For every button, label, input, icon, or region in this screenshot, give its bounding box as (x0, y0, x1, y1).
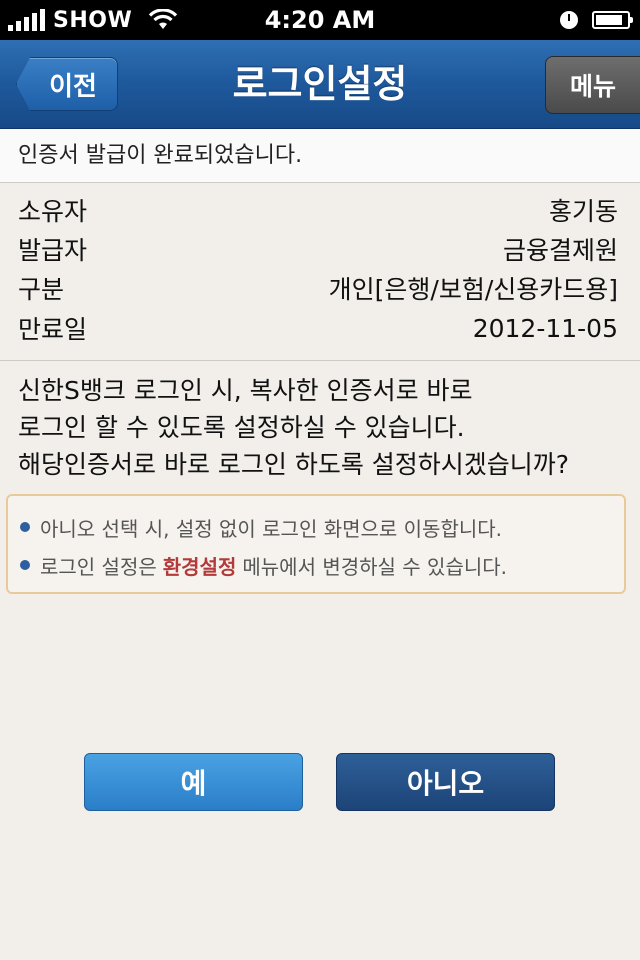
info-label: 만료일 (18, 315, 88, 344)
info-label: 소유자 (18, 197, 88, 226)
info-label: 구분 (18, 275, 65, 304)
info-value: 홍기동 (548, 197, 618, 226)
back-button[interactable]: 이전 (16, 57, 118, 111)
note-item: 로그인 설정은 환경설정 메뉴에서 변경하실 수 있습니다. (20, 550, 507, 580)
certificate-info: 소유자 홍기동 발급자 금융결제원 구분 개인[은행/보험/신용카드용] 만료일… (0, 184, 640, 361)
navigation-bar: 로그인설정 이전 메뉴 (0, 40, 640, 129)
info-row-issuer: 발급자 금융결제원 (18, 229, 618, 269)
note-text: 메뉴에서 변경하실 수 있습니다. (242, 554, 508, 579)
note-item: 아니오 선택 시, 설정 없이 로그인 화면으로 이동합니다. (20, 512, 502, 542)
status-bar: SHOW 4:20 AM (0, 0, 640, 40)
question-line: 신한S뱅크 로그인 시, 복사한 인증서로 바로 (18, 376, 473, 405)
info-value: 금융결제원 (502, 236, 618, 265)
info-row-type: 구분 개인[은행/보험/신용카드용] (18, 268, 618, 308)
info-label: 발급자 (18, 236, 88, 265)
bullet-icon (20, 522, 30, 532)
menu-button[interactable]: 메뉴 (545, 56, 640, 114)
note-text: 로그인 설정은 (40, 554, 157, 579)
clock-icon (560, 11, 578, 29)
battery-icon (592, 11, 633, 29)
status-right (560, 0, 633, 40)
login-setting-question: 신한S뱅크 로그인 시, 복사한 인증서로 바로 로그인 할 수 있도록 설정하… (18, 372, 628, 483)
question-line: 해당인증서로 바로 로그인 하도록 설정하시겠습니까? (18, 450, 570, 479)
bullet-icon (20, 560, 30, 570)
note-text: 아니오 선택 시, 설정 없이 로그인 화면으로 이동합니다. (40, 516, 503, 541)
info-row-owner: 소유자 홍기동 (18, 190, 618, 230)
issue-complete-notice: 인증서 발급이 완료되었습니다. (0, 129, 640, 183)
settings-highlight: 환경설정 (162, 554, 237, 579)
info-row-expiry: 만료일 2012-11-05 (18, 308, 618, 348)
info-value: 개인[은행/보험/신용카드용] (328, 275, 618, 304)
question-line: 로그인 할 수 있도록 설정하실 수 있습니다. (18, 413, 465, 442)
no-button[interactable]: 아니오 (336, 753, 555, 811)
info-value: 2012-11-05 (472, 313, 618, 343)
status-time: 4:20 AM (264, 6, 376, 34)
yes-button[interactable]: 예 (84, 753, 303, 811)
notes-box: 아니오 선택 시, 설정 없이 로그인 화면으로 이동합니다. 로그인 설정은 … (6, 494, 626, 594)
